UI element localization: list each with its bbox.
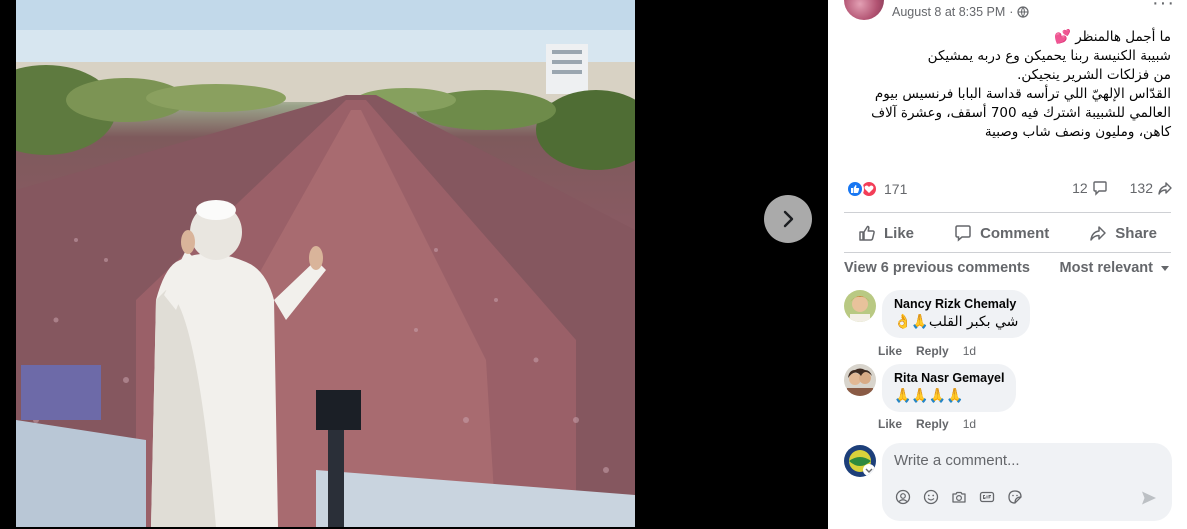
comments-header: View 6 previous comments Most relevant (844, 260, 1171, 276)
share-icon (1158, 182, 1172, 195)
post-line: كاهن، ومليون ونصف شاب وصبية (984, 124, 1171, 140)
share-count-value: 132 (1129, 180, 1153, 196)
comment-sort-dropdown[interactable]: Most relevant (1060, 260, 1171, 276)
next-photo-button[interactable] (764, 195, 812, 243)
post-side-panel: ··· August 8 at 8:35 PM · ما أجمل هالمنظ… (828, 0, 1187, 529)
avatar[interactable] (844, 364, 876, 396)
comment-button[interactable]: Comment (940, 216, 1063, 250)
meta-separator: · (1009, 5, 1014, 19)
comment-actions: Like Reply 1d (878, 417, 976, 431)
comment-like-link[interactable]: Like (878, 417, 902, 431)
send-icon[interactable] (1140, 489, 1158, 512)
comment-text: شي بكبر القلب🙏👌 (894, 314, 1019, 330)
reaction-count: 171 (884, 181, 908, 197)
post-line: العالمي للشبيبة اشترك فيه 700 أسقف، وعشر… (871, 105, 1171, 121)
post-body: ما أجمل هالمنظر 💕 شبيبة الكنيسة ربنا يحم… (851, 28, 1171, 142)
comment-bubble: Rita Nasr Gemayel 🙏🙏🙏🙏 (882, 364, 1017, 412)
share-label: Share (1115, 224, 1157, 242)
comment-text: 🙏🙏🙏🙏 (894, 388, 964, 404)
like-button[interactable]: Like (844, 216, 928, 250)
engagement-counts: 12 132 (1072, 180, 1173, 196)
reactions-summary[interactable]: 171 (846, 180, 907, 198)
post-photo[interactable] (16, 0, 635, 527)
post-line: القدّاس الإلهيّ اللي ترأسه قداسة البابا … (874, 86, 1171, 102)
comment-label: Comment (980, 224, 1050, 242)
post-timestamp[interactable]: August 8 at 8:35 PM (892, 5, 1005, 19)
avatar-sticker-icon[interactable] (894, 488, 912, 506)
share-icon (1090, 226, 1107, 241)
comment-input[interactable] (894, 452, 1154, 469)
sort-label: Most relevant (1059, 260, 1153, 276)
divider (844, 212, 1171, 213)
media-viewer (0, 0, 828, 529)
gif-icon[interactable] (978, 488, 996, 506)
camera-icon[interactable] (950, 488, 968, 506)
comment-like-link[interactable]: Like (878, 344, 902, 358)
like-reaction-icon (846, 180, 864, 198)
comment-count[interactable]: 12 (1072, 180, 1108, 196)
comment-reply-link[interactable]: Reply (916, 344, 949, 358)
comment-age[interactable]: 1d (963, 344, 976, 358)
comment-composer (882, 443, 1172, 521)
more-dots-icon[interactable]: ··· (1152, 0, 1175, 15)
photo-illustration (16, 0, 635, 527)
comment-icon (955, 225, 971, 242)
comment-count-value: 12 (1072, 180, 1088, 196)
sticker-icon[interactable] (1006, 488, 1024, 506)
post-line: شبيبة الكنيسة ربنا يحميكن وع دربه يمشيكن (927, 48, 1171, 64)
comment-actions: Like Reply 1d (878, 344, 976, 358)
emoji-icon[interactable] (922, 488, 940, 506)
post-line: من فزلكات الشرير ينجيكن. (1017, 67, 1171, 83)
comment-reply-link[interactable]: Reply (916, 417, 949, 431)
comment-age[interactable]: 1d (963, 417, 976, 431)
view-previous-comments-link[interactable]: View 6 previous comments (844, 260, 1030, 276)
like-label: Like (884, 224, 915, 242)
thumbs-up-icon (859, 225, 875, 241)
post-actions-bar: Like Comment Share (844, 216, 1171, 250)
globe-icon (1017, 6, 1030, 18)
current-user-avatar[interactable] (844, 445, 876, 477)
comment-author[interactable]: Nancy Rizk Chemaly (894, 297, 1018, 311)
avatar[interactable] (844, 290, 876, 322)
chevron-right-icon (783, 210, 794, 228)
share-button[interactable]: Share (1075, 216, 1171, 250)
post-line: ما أجمل هالمنظر 💕 (1054, 29, 1171, 45)
author-avatar[interactable] (844, 0, 884, 20)
comment-bubble: Nancy Rizk Chemaly شي بكبر القلب🙏👌 (882, 290, 1031, 338)
comment-icon (1092, 181, 1107, 196)
comment-author[interactable]: Rita Nasr Gemayel (894, 371, 1004, 385)
divider (844, 252, 1171, 253)
share-count[interactable]: 132 (1130, 180, 1173, 196)
post-meta: August 8 at 8:35 PM · (892, 5, 1030, 19)
dropdown-caret-icon (1161, 266, 1169, 271)
composer-tools (894, 488, 1024, 506)
